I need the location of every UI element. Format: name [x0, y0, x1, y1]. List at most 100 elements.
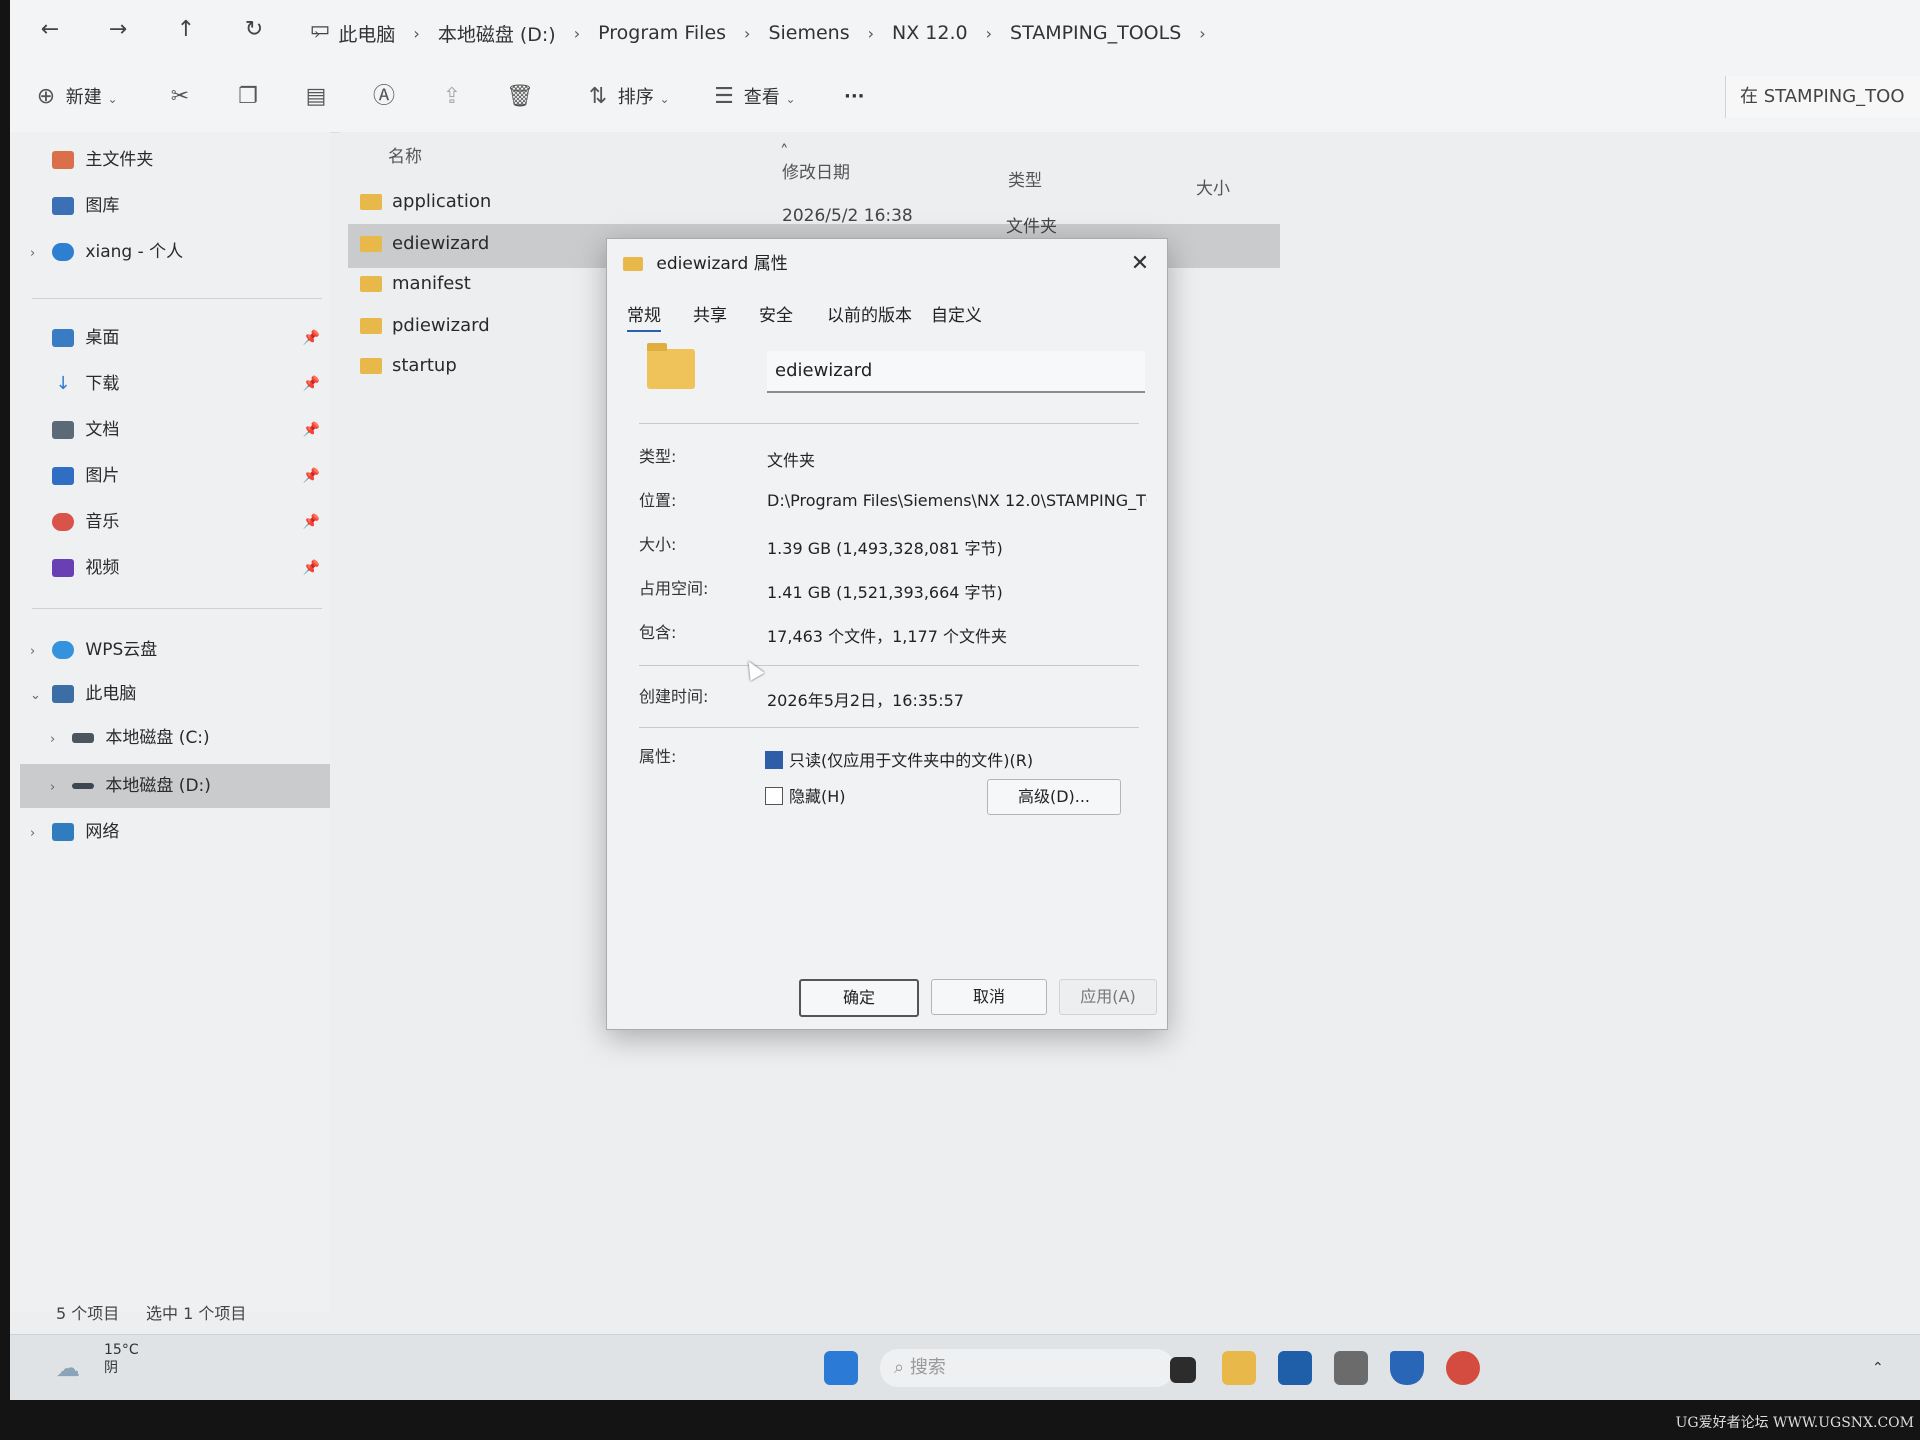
column-header-size[interactable]: 大小	[1196, 174, 1230, 199]
breadcrumb-program-files[interactable]: Program Files	[584, 22, 740, 44]
list-item[interactable]: manifest	[360, 266, 471, 302]
pin-icon[interactable]: 📌	[303, 550, 320, 586]
weather-temp: 15°C	[104, 1342, 139, 1358]
task-view-icon[interactable]	[1170, 1357, 1196, 1383]
close-icon[interactable]: ✕	[1125, 249, 1155, 279]
cut-button[interactable]: ✂	[166, 80, 194, 114]
chevron-right-icon[interactable]: ›	[30, 816, 48, 852]
tab-sharing[interactable]: 共享	[693, 301, 727, 326]
cancel-button[interactable]: 取消	[931, 979, 1047, 1015]
desktop-icon	[52, 329, 74, 347]
copy-button[interactable]: ❐	[234, 80, 262, 114]
sidebar-item-videos[interactable]: 视频 📌	[30, 550, 330, 586]
chevron-down-icon[interactable]: ⌄	[30, 678, 48, 714]
hidden-checkbox-label[interactable]: 隐藏(H)	[789, 783, 846, 807]
list-item[interactable]: application	[360, 184, 491, 220]
tab-general[interactable]: 常规	[627, 301, 661, 332]
file-name: ediewizard	[392, 233, 490, 254]
sidebar-item-this-pc[interactable]: ⌄ 此电脑	[30, 676, 330, 712]
refresh-icon[interactable]: ↻	[236, 12, 272, 48]
sidebar-item-label: 文档	[85, 420, 120, 440]
windows-start-icon[interactable]	[824, 1351, 858, 1385]
folder-icon	[360, 318, 382, 334]
sidebar-item-documents[interactable]: 文档 📌	[30, 412, 330, 448]
sidebar-item-cloud[interactable]: › xiang - 个人	[30, 234, 330, 270]
apply-button[interactable]: 应用(A)	[1059, 979, 1157, 1015]
breadcrumb-drive-d[interactable]: 本地磁盘 (D:)	[424, 20, 570, 47]
sidebar-item-network[interactable]: › 网络	[30, 814, 330, 850]
chevron-right-icon[interactable]: ›	[30, 236, 48, 272]
advanced-button[interactable]: 高级(D)...	[987, 779, 1121, 815]
chevron-right-icon[interactable]: ›	[50, 770, 68, 806]
pin-icon[interactable]: 📌	[303, 366, 320, 402]
hidden-checkbox[interactable]	[765, 787, 783, 805]
breadcrumb: › 此电脑 › 本地磁盘 (D:) › Program Files › Siem…	[310, 18, 1210, 48]
chevron-right-icon[interactable]: ›	[30, 634, 48, 670]
sidebar-item-drive-d[interactable]: › 本地磁盘 (D:)	[50, 768, 350, 804]
sidebar-item-wps[interactable]: › WPS云盘	[30, 632, 330, 668]
size-on-disk-value: 1.41 GB (1,521,393,664 字节)	[767, 583, 1003, 602]
breadcrumb-this-pc[interactable]: 此电脑	[324, 20, 409, 47]
folder-name-field[interactable]: ediewizard	[767, 351, 1145, 393]
list-item[interactable]: ediewizard	[360, 226, 489, 262]
weather-icon[interactable]: ☁	[56, 1349, 96, 1387]
sidebar-item-home[interactable]: 主文件夹	[30, 142, 330, 178]
sidebar-item-gallery[interactable]: 图库	[30, 188, 330, 224]
search-input[interactable]: 在 STAMPING_TOO	[1725, 76, 1920, 118]
divider	[639, 665, 1139, 666]
pin-icon[interactable]: 📌	[303, 412, 320, 448]
new-button[interactable]: ⊕ 新建 ⌄	[32, 80, 118, 114]
breadcrumb-siemens[interactable]: Siemens	[754, 22, 863, 44]
sidebar-item-downloads[interactable]: ↓ 下载 📌	[30, 366, 330, 402]
browser-icon[interactable]	[1446, 1351, 1480, 1385]
column-header-date[interactable]: 修改日期	[782, 158, 850, 183]
readonly-checkbox-label[interactable]: 只读(仅应用于文件夹中的文件)(R)	[789, 747, 1033, 771]
sidebar-item-label: 音乐	[85, 512, 120, 532]
sidebar-item-desktop[interactable]: 桌面 📌	[30, 320, 330, 356]
folder-icon	[647, 343, 695, 389]
pin-icon[interactable]: 📌	[303, 458, 320, 494]
divider	[639, 727, 1139, 728]
sidebar-item-pictures[interactable]: 图片 📌	[30, 458, 330, 494]
view-button[interactable]: ☰ 查看 ⌄	[710, 80, 795, 114]
ok-button[interactable]: 确定	[799, 979, 919, 1017]
file-explorer-icon[interactable]	[1222, 1351, 1256, 1385]
paste-button[interactable]: ▤	[302, 80, 330, 114]
nx-app-icon[interactable]	[1334, 1351, 1368, 1385]
scissors-icon: ✂	[170, 84, 190, 109]
pin-icon[interactable]: 📌	[303, 504, 320, 540]
list-item[interactable]: pdiewizard	[360, 308, 490, 344]
taskbar-search[interactable]: ⌕ 搜索	[880, 1349, 1174, 1387]
tab-previous-versions[interactable]: 以前的版本	[827, 301, 912, 326]
created-value: 2026年5月2日，16:35:57	[767, 691, 964, 710]
file-name: manifest	[392, 273, 471, 294]
tab-customize[interactable]: 自定义	[931, 301, 982, 326]
chevron-right-icon[interactable]: ›	[50, 722, 68, 758]
readonly-checkbox[interactable]	[765, 751, 783, 769]
forward-arrow-icon[interactable]: →	[100, 12, 136, 48]
sidebar-item-drive-c[interactable]: › 本地磁盘 (C:)	[50, 720, 350, 756]
delete-button[interactable]: 🗑	[506, 80, 534, 114]
rename-button[interactable]: Ⓐ	[370, 80, 398, 114]
share-button[interactable]: ⇪	[438, 80, 466, 114]
more-options-button[interactable]: ···	[844, 80, 865, 114]
weather-widget[interactable]: 15°C 阴	[104, 1341, 139, 1379]
column-header-type[interactable]: 类型	[1008, 166, 1042, 191]
file-name: application	[392, 191, 492, 212]
paste-icon: ▤	[305, 84, 327, 109]
pin-icon[interactable]: 📌	[303, 320, 320, 356]
back-arrow-icon[interactable]: ←	[32, 12, 68, 48]
chevron-up-icon[interactable]: ⌃	[1872, 1349, 1884, 1387]
breadcrumb-stamping-tools[interactable]: STAMPING_TOOLS	[996, 22, 1195, 44]
column-header-name[interactable]: 名称	[388, 142, 422, 167]
sidebar-item-label: 下载	[85, 374, 120, 394]
sort-button[interactable]: ⇅ 排序 ⌄	[584, 80, 670, 114]
breadcrumb-nx12[interactable]: NX 12.0	[878, 22, 982, 44]
tab-security[interactable]: 安全	[759, 301, 793, 326]
list-item[interactable]: startup	[360, 348, 457, 384]
sidebar-item-music[interactable]: 音乐 📌	[30, 504, 330, 540]
up-arrow-icon[interactable]: ↑	[168, 12, 204, 48]
selected-count: 选中 1 个项目	[146, 1304, 247, 1323]
store-icon[interactable]	[1278, 1351, 1312, 1385]
security-shield-icon[interactable]	[1390, 1351, 1424, 1385]
